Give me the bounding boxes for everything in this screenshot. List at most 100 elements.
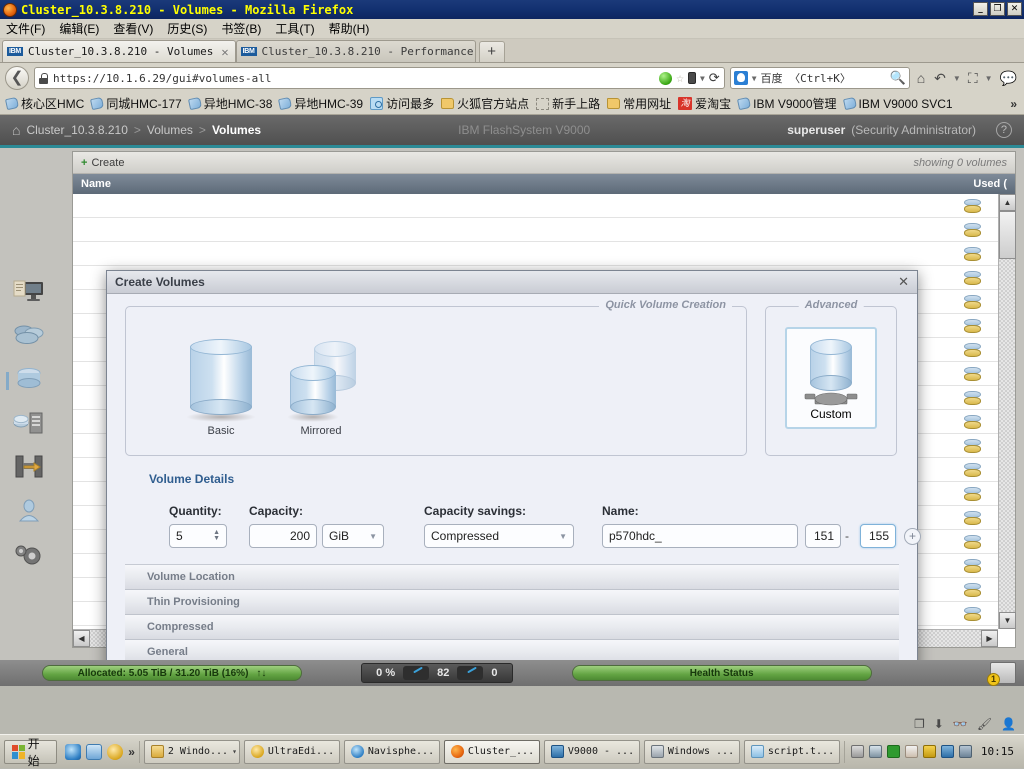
taskbar-item-v9000[interactable]: V9000 - ... — [544, 740, 640, 764]
bookmark-star-icon[interactable]: ☆ — [676, 71, 684, 86]
view-icon[interactable]: 👓 — [953, 717, 968, 731]
taskbar-item-windows[interactable]: Windows ... — [644, 740, 740, 764]
menu-tools[interactable]: 工具(T) — [275, 20, 314, 37]
sidebar-item-settings[interactable] — [12, 542, 46, 572]
back-button[interactable]: ❮ — [5, 66, 29, 90]
bookmark-item[interactable]: 同城HMC-177 — [89, 95, 183, 112]
scroll-left-button[interactable]: ◀ — [73, 630, 90, 647]
maximize-button[interactable]: ❐ — [990, 2, 1005, 16]
url-bar[interactable]: https://10.1.6.29/gui#volumes-all ☆ ▼ ⟳ — [34, 67, 725, 89]
bookmark-item[interactable]: 访问最多 — [368, 95, 436, 112]
plus-icon[interactable]: + — [81, 157, 87, 169]
taskbar-item-script[interactable]: script.t... — [744, 740, 840, 764]
chevron-down-icon[interactable]: ▼ — [559, 532, 567, 541]
user-icon[interactable]: 👤 — [1001, 717, 1016, 731]
bookmark-item[interactable]: 淘爱淘宝 — [676, 95, 733, 112]
sidebar-item-hosts[interactable] — [12, 410, 46, 440]
chevron-down-icon[interactable]: ▼ — [985, 74, 993, 83]
minimize-button[interactable]: _ — [973, 2, 988, 16]
health-status-bar[interactable]: Health Status — [572, 665, 872, 681]
bookmark-item[interactable]: IBM V9000 SVC1 — [842, 97, 955, 111]
start-button[interactable]: 开始 — [4, 740, 57, 764]
taskbar-item-ultraedit[interactable]: UltraEdi... — [244, 740, 340, 764]
capacity-savings-select[interactable]: Compressed ▼ — [424, 524, 574, 548]
stepper-arrows-icon[interactable]: ▲▼ — [213, 530, 220, 542]
search-icon[interactable]: 🔍 — [890, 71, 906, 86]
vm-icon[interactable] — [959, 745, 972, 758]
window-controls[interactable]: _ ❐ ✕ — [973, 2, 1022, 16]
menu-bookmarks[interactable]: 书签(B) — [221, 20, 261, 37]
capacity-input[interactable]: 200 — [249, 524, 317, 548]
chat-icon[interactable]: 💬 — [998, 70, 1019, 87]
sidebar-item-copy-services[interactable] — [12, 454, 46, 484]
vertical-scrollbar[interactable]: ▲ ▼ — [998, 194, 1015, 629]
sync-icon[interactable] — [941, 745, 954, 758]
scroll-up-button[interactable]: ▲ — [999, 194, 1016, 211]
chevron-down-icon[interactable]: ▾ — [232, 747, 237, 756]
green-icon[interactable] — [887, 745, 900, 758]
scroll-right-button[interactable]: ▶ — [981, 630, 998, 647]
download-icon[interactable]: ⬇ — [934, 717, 944, 731]
range-start-input[interactable]: 151 — [805, 524, 841, 548]
tab-performance[interactable]: IBM Cluster_10.3.8.210 - Performance ✕ — [236, 40, 476, 62]
performance-indicator[interactable]: 0 % 82 0 — [361, 663, 512, 683]
range-end-input[interactable]: 155 — [860, 524, 896, 548]
accordion-compressed[interactable]: Compressed — [125, 615, 899, 640]
add-name-row-button[interactable]: + — [904, 528, 921, 545]
bookmark-item[interactable]: 核心区HMC — [4, 95, 86, 112]
sidebar-item-pools[interactable] — [12, 322, 46, 352]
choice-basic[interactable]: Basic — [178, 339, 264, 437]
scroll-down-button[interactable]: ▼ — [999, 612, 1016, 629]
search-box[interactable]: ▼ 百度 〈Ctrl+K〉 🔍 — [730, 67, 910, 89]
choice-mirrored[interactable]: Mirrored — [278, 339, 364, 437]
current-user[interactable]: superuser — [787, 123, 845, 137]
chevron-down-icon[interactable]: ▼ — [953, 74, 961, 83]
chevron-down-icon[interactable]: ▼ — [369, 532, 377, 541]
go-icon[interactable] — [659, 72, 672, 85]
baidu-icon[interactable] — [734, 71, 748, 85]
copy-icon[interactable]: ❐ — [914, 717, 925, 731]
name-input[interactable]: p570hdc_ — [602, 524, 798, 548]
allocated-capacity-bar[interactable]: Allocated: 5.05 TiB / 31.20 TiB (16%) ↑↓ — [42, 665, 302, 681]
column-header-used[interactable]: Used ( — [973, 178, 1007, 190]
menu-help[interactable]: 帮助(H) — [329, 20, 370, 37]
new-tab-button[interactable]: + — [479, 41, 505, 62]
home-icon[interactable]: ⌂ — [12, 122, 20, 138]
undo-icon[interactable]: ↶ — [932, 70, 948, 87]
capacity-unit-select[interactable]: GiB ▼ — [322, 524, 384, 548]
folder-icon[interactable] — [86, 744, 102, 760]
quantity-stepper[interactable]: 5 ▲▼ — [169, 524, 227, 548]
printer-icon[interactable] — [851, 745, 864, 758]
bookmark-item[interactable]: 火狐官方站点 — [439, 95, 531, 112]
bookmark-item[interactable]: IBM V9000管理 — [736, 95, 838, 112]
sidebar-item-monitoring[interactable] — [12, 278, 46, 308]
table-row[interactable] — [73, 242, 1015, 266]
menu-edit[interactable]: 编辑(E) — [59, 20, 99, 37]
screenshot-icon[interactable]: ⛶ — [966, 70, 980, 87]
chevron-down-icon[interactable]: ▼ — [752, 74, 757, 83]
accordion-volume-location[interactable]: Volume Location — [125, 565, 899, 590]
tab-close-icon[interactable]: ✕ — [221, 45, 228, 59]
close-button[interactable]: ✕ — [1007, 2, 1022, 16]
create-volume-button[interactable]: Create — [91, 157, 124, 169]
breadcrumb-cluster[interactable]: Cluster_10.3.8.210 — [26, 123, 127, 137]
bookmark-item[interactable]: 异地HMC-39 — [277, 95, 365, 112]
gold-icon[interactable] — [107, 744, 123, 760]
dialog-close-icon[interactable]: ✕ — [898, 275, 909, 290]
reload-icon[interactable]: ⟳ — [709, 71, 720, 86]
ie-icon[interactable] — [65, 744, 81, 760]
breadcrumb-section[interactable]: Volumes — [147, 123, 193, 137]
table-row[interactable] — [73, 194, 1015, 218]
accordion-thin-provisioning[interactable]: Thin Provisioning — [125, 590, 899, 615]
bookmark-item[interactable]: 常用网址 — [605, 95, 673, 112]
taskbar-item-navisphere[interactable]: Navisphe... — [344, 740, 440, 764]
taskbar-item-windows-folder[interactable]: 2 Windo... ▾ — [144, 740, 240, 764]
bookmark-item[interactable]: 异地HMC-38 — [187, 95, 275, 112]
choice-custom[interactable]: Custom — [785, 327, 877, 429]
system-alert-icon[interactable]: 1 — [990, 662, 1016, 684]
bookmark-item[interactable]: 新手上路 — [534, 95, 602, 112]
menu-view[interactable]: 查看(V) — [113, 20, 153, 37]
quick-launch-overflow-icon[interactable]: » — [128, 745, 135, 759]
mobile-icon[interactable] — [688, 72, 696, 84]
shield-icon[interactable] — [923, 745, 936, 758]
